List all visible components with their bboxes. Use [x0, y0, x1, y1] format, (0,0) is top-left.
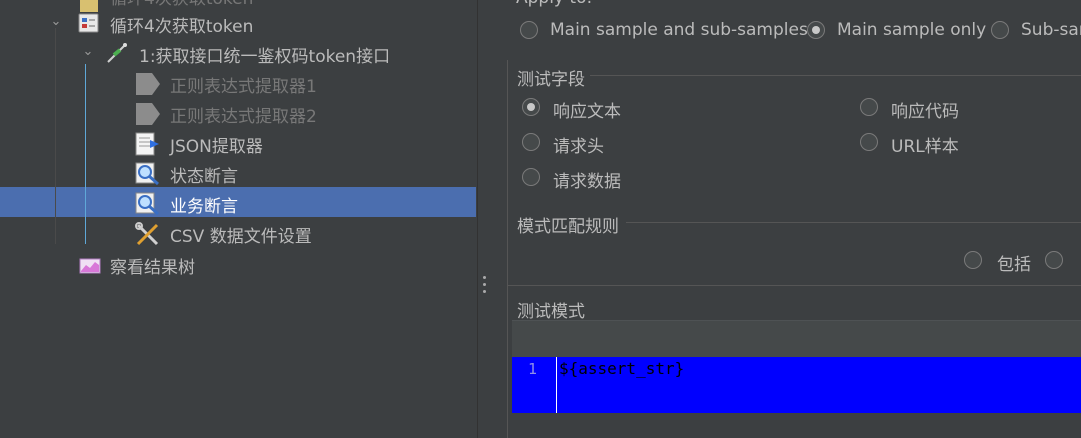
pattern-text[interactable]: ${assert_str}	[559, 359, 684, 378]
radio-main-sample-only[interactable]	[807, 21, 825, 39]
patterns-table-header	[512, 320, 1081, 358]
tree-row-view-results[interactable]: 察看结果树	[0, 248, 476, 278]
listener-chart-icon	[78, 253, 101, 275]
radio-label: Sub-sam	[1021, 20, 1081, 40]
radio-response-text[interactable]	[522, 98, 540, 116]
panel-left-border	[507, 60, 508, 438]
radio-label: Main sample only	[837, 20, 987, 40]
radio-label: Main sample and sub-samples	[550, 20, 808, 40]
tree-label: CSV 数据文件设置	[170, 227, 312, 247]
tree-label: 1:获取接口统一鉴权码token接口	[139, 47, 391, 67]
patterns-title: 测试模式	[517, 302, 585, 322]
tree-row-json-extractor[interactable]: JSON提取器	[0, 127, 476, 157]
field-to-test-title: 测试字段	[517, 70, 585, 90]
tree-label: 业务断言	[170, 197, 238, 217]
gutter-divider	[556, 357, 557, 413]
chevron-down-icon[interactable]: ⌄	[48, 14, 64, 30]
extractor-disabled-icon	[135, 102, 160, 125]
radio-label: 响应代码	[891, 102, 959, 122]
response-assertion-panel: Apply to: Main sample and sub-samples Ma…	[492, 0, 1081, 438]
assertion-magnifier-icon	[135, 162, 159, 186]
radio-request-data[interactable]	[522, 168, 540, 186]
tree-label: 正则表达式提取器2	[170, 107, 317, 127]
tree-guide-line	[55, 28, 56, 244]
tree-row-business-assertion[interactable]: 业务断言	[0, 187, 476, 217]
tree-row-http-sampler[interactable]: ⌄ 1:获取接口统一鉴权码token接口	[0, 37, 476, 67]
tree-label: JSON提取器	[170, 137, 263, 157]
radio-sub-samples[interactable]	[991, 21, 1009, 39]
drag-handle-dot	[483, 290, 486, 293]
extractor-disabled-icon	[135, 72, 160, 95]
radio-label: URL样本	[891, 137, 959, 157]
radio-main-and-sub-samples[interactable]	[520, 21, 538, 39]
drag-handle-dot	[483, 276, 486, 279]
radio-contains[interactable]	[964, 251, 982, 269]
tree-label: 状态断言	[170, 167, 238, 187]
tree-label: 察看结果树	[110, 258, 195, 278]
loop-controller-icon	[78, 12, 100, 34]
radio-label: 请求头	[553, 137, 604, 157]
radio-request-headers[interactable]	[522, 133, 540, 151]
apply-to-title: Apply to:	[516, 0, 592, 8]
pattern-editor[interactable]: 1 ${assert_str}	[512, 357, 1081, 413]
line-number: 1	[528, 360, 538, 378]
test-plan-tree[interactable]: 循环4次获取token ⌄ 循环4次获取token ⌄ 1:获取接口统一鉴权码t…	[0, 0, 476, 438]
section-separator	[590, 75, 1081, 76]
radio-label: 响应文本	[553, 102, 621, 122]
radio-response-code[interactable]	[860, 98, 878, 116]
tree-row-regex-extractor-1[interactable]: 正则表达式提取器1	[0, 67, 476, 97]
tree-guide-line	[85, 64, 86, 244]
section-separator	[626, 222, 1081, 223]
section-separator	[507, 285, 1081, 286]
radio-label: 请求数据	[553, 172, 621, 192]
tree-label: 循环4次获取token	[110, 17, 254, 37]
radio-url-sampled[interactable]	[860, 133, 878, 151]
http-sampler-icon	[105, 42, 127, 64]
split-pane-divider[interactable]	[477, 0, 492, 438]
drag-handle-dot	[483, 283, 486, 286]
json-extractor-icon	[135, 132, 159, 156]
pattern-rules-title: 模式匹配规则	[517, 217, 619, 237]
tree-row-loop-controller[interactable]: ⌄ 循环4次获取token	[0, 7, 476, 37]
assertion-magnifier-icon	[135, 192, 159, 216]
tree-row-csv-config[interactable]: CSV 数据文件设置	[0, 217, 476, 247]
radio-matches[interactable]	[1045, 251, 1063, 269]
tree-label: 正则表达式提取器1	[170, 77, 317, 97]
chevron-down-icon[interactable]: ⌄	[80, 44, 96, 60]
tree-row-status-assertion[interactable]: 状态断言	[0, 157, 476, 187]
tree-row-regex-extractor-2[interactable]: 正则表达式提取器2	[0, 97, 476, 127]
radio-label: 包括	[997, 255, 1031, 275]
config-tools-icon	[135, 222, 159, 246]
